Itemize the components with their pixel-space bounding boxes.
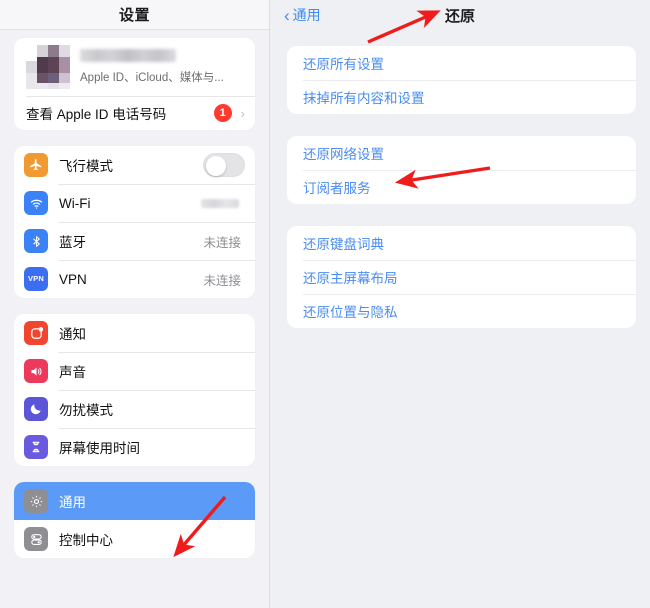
- sidebar-item-label: 屏幕使用时间: [59, 441, 140, 456]
- sidebar-item-label: 蓝牙: [59, 235, 86, 250]
- apple-id-subtitle: Apple ID、iCloud、媒体与...: [80, 72, 224, 84]
- reset-all-settings-row[interactable]: 还原所有设置: [287, 46, 636, 80]
- apple-id-phone-label: 查看 Apple ID 电话号码: [26, 107, 167, 122]
- row-label: 还原主屏幕布局: [303, 271, 398, 286]
- row-label: 还原网络设置: [303, 147, 384, 162]
- sidebar-item-label: 勿扰模式: [59, 403, 113, 418]
- bluetooth-icon: [24, 229, 48, 253]
- sidebar-item-label: 飞行模式: [59, 159, 113, 174]
- sound-icon: [24, 359, 48, 383]
- sidebar-scroll-area[interactable]: Apple ID、iCloud、媒体与... 查看 Apple ID 电话号码 …: [0, 30, 269, 558]
- page-title: 还原: [444, 7, 475, 25]
- bluetooth-status: 未连接: [203, 235, 241, 250]
- avatar: [26, 45, 70, 89]
- row-label: 还原所有设置: [303, 57, 384, 72]
- erase-all-content-row[interactable]: 抹掉所有内容和设置: [287, 80, 636, 114]
- sidebar-item-label: 控制中心: [59, 533, 113, 548]
- subscriber-services-row[interactable]: 订阅者服务: [287, 170, 636, 204]
- settings-sidebar: 设置 Apple ID、iCloud、媒体与... 查看 Apple ID 电话…: [0, 0, 270, 608]
- sidebar-item-label: 通知: [59, 327, 86, 342]
- reset-group-2: 还原网络设置 订阅者服务: [287, 136, 636, 204]
- apple-id-name-redacted: [80, 49, 176, 62]
- system-group: 通用 控制中心: [14, 482, 255, 558]
- sidebar-item-vpn[interactable]: VPN VPN 未连接: [14, 260, 255, 298]
- reset-detail-pane: ‹ 通用 还原 还原所有设置 抹掉所有内容和设置 还原网络设置 订阅者服务 还原…: [270, 0, 650, 608]
- apple-id-group: Apple ID、iCloud、媒体与... 查看 Apple ID 电话号码 …: [14, 38, 255, 130]
- sidebar-item-bluetooth[interactable]: 蓝牙 未连接: [14, 222, 255, 260]
- sidebar-item-airplane-mode[interactable]: 飞行模式: [14, 146, 255, 184]
- moon-icon: [24, 397, 48, 421]
- connectivity-group: 飞行模式 Wi-Fi 蓝牙 未连接 VPN VPN 未连接: [14, 146, 255, 298]
- chevron-left-icon: ‹: [284, 5, 290, 25]
- sidebar-item-label: Wi-Fi: [59, 195, 91, 211]
- back-button-label: 通用: [292, 7, 321, 23]
- reset-keyboard-dictionary-row[interactable]: 还原键盘词典: [287, 226, 636, 260]
- detail-body: 还原所有设置 抹掉所有内容和设置 还原网络设置 订阅者服务 还原键盘词典 还原主…: [270, 30, 650, 328]
- row-label: 订阅者服务: [303, 181, 371, 196]
- back-button[interactable]: ‹ 通用: [284, 5, 321, 25]
- apple-id-row[interactable]: Apple ID、iCloud、媒体与...: [14, 38, 255, 96]
- sidebar-item-control-center[interactable]: 控制中心: [14, 520, 255, 558]
- reset-home-screen-layout-row[interactable]: 还原主屏幕布局: [287, 260, 636, 294]
- row-label: 抹掉所有内容和设置: [303, 91, 425, 106]
- wifi-network-name-redacted: [201, 198, 239, 208]
- sidebar-header: 设置: [0, 0, 269, 30]
- chevron-right-icon: ›: [240, 105, 245, 121]
- ipad-settings-screen: 设置 Apple ID、iCloud、媒体与... 查看 Apple ID 电话…: [0, 0, 650, 608]
- apple-id-phone-row[interactable]: 查看 Apple ID 电话号码 1 ›: [14, 96, 255, 130]
- hourglass-icon: [24, 435, 48, 459]
- row-label: 还原位置与隐私: [303, 305, 398, 320]
- reset-network-settings-row[interactable]: 还原网络设置: [287, 136, 636, 170]
- sidebar-item-do-not-disturb[interactable]: 勿扰模式: [14, 390, 255, 428]
- status-badge: 1: [213, 104, 232, 122]
- sidebar-item-label: VPN: [59, 271, 87, 287]
- sidebar-item-notifications[interactable]: 通知: [14, 314, 255, 352]
- toggle-knob: [205, 155, 226, 176]
- airplane-icon: [24, 153, 48, 177]
- sidebar-item-sounds[interactable]: 声音: [14, 352, 255, 390]
- sidebar-item-screen-time[interactable]: 屏幕使用时间: [14, 428, 255, 466]
- reset-group-3: 还原键盘词典 还原主屏幕布局 还原位置与隐私: [287, 226, 636, 328]
- sidebar-title: 设置: [118, 7, 150, 24]
- gear-icon: [24, 489, 48, 513]
- notifications-icon: [24, 321, 48, 345]
- vpn-icon: VPN: [24, 267, 48, 291]
- sidebar-item-general[interactable]: 通用: [14, 482, 255, 520]
- reset-group-1: 还原所有设置 抹掉所有内容和设置: [287, 46, 636, 114]
- apple-id-texts: Apple ID、iCloud、媒体与...: [80, 49, 243, 85]
- row-label: 还原键盘词典: [303, 237, 384, 252]
- airplane-mode-toggle[interactable]: [203, 153, 245, 177]
- wifi-icon: [24, 191, 48, 215]
- alerts-group: 通知 声音 勿扰模式 屏幕使用时间: [14, 314, 255, 466]
- vpn-status: 未连接: [203, 273, 241, 288]
- sidebar-item-wifi[interactable]: Wi-Fi: [14, 184, 255, 222]
- control-center-icon: [24, 527, 48, 551]
- reset-location-privacy-row[interactable]: 还原位置与隐私: [287, 294, 636, 328]
- sidebar-item-label: 通用: [59, 495, 86, 510]
- detail-header: ‹ 通用 还原: [270, 0, 650, 30]
- sidebar-item-label: 声音: [59, 365, 86, 380]
